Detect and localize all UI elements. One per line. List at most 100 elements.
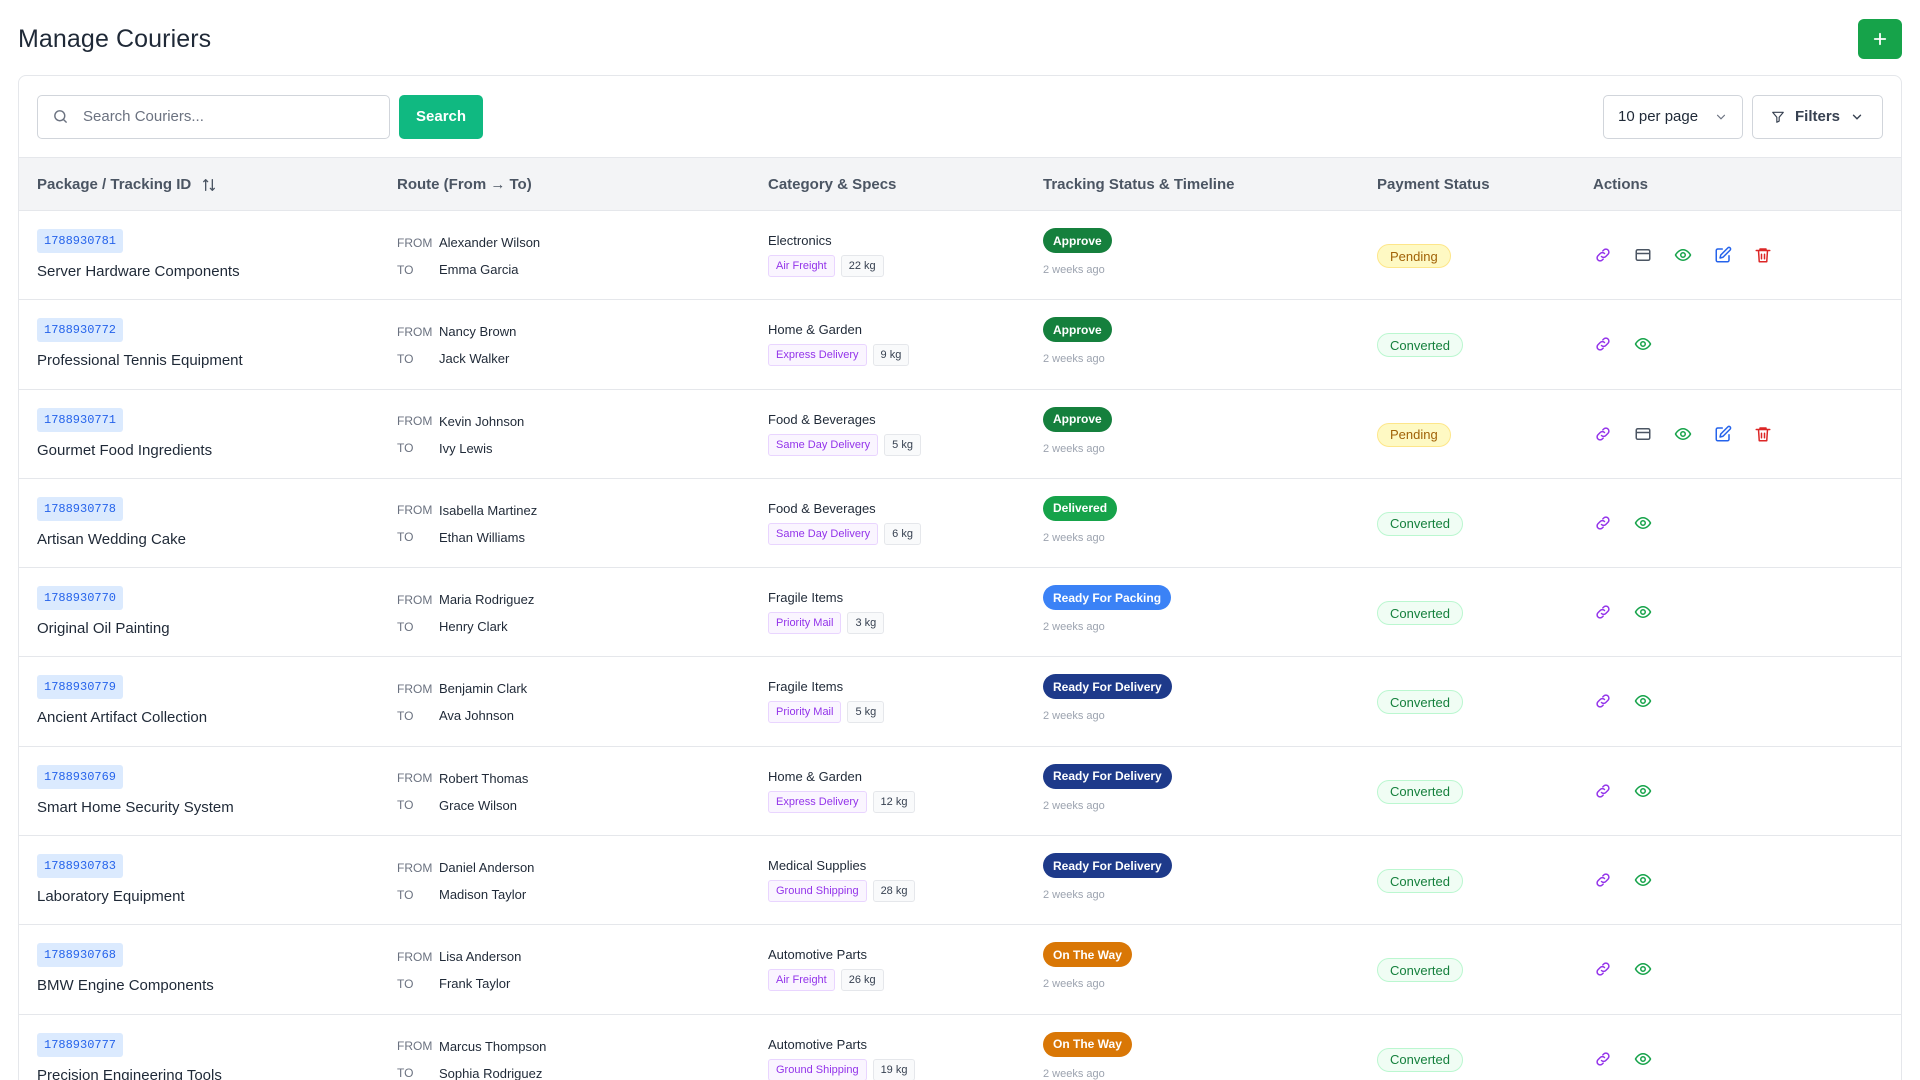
per-page-select[interactable]: 10 per page [1603, 94, 1743, 139]
copy-link-button[interactable] [1593, 691, 1613, 711]
tracking-id[interactable]: 1788930770 [37, 586, 124, 611]
add-courier-button[interactable] [1858, 19, 1902, 59]
weight-badge: 19 kg [872, 1058, 916, 1080]
link-icon [1596, 1052, 1610, 1066]
copy-link-button[interactable] [1593, 959, 1613, 979]
from-label: FROM [397, 414, 433, 429]
delete-button[interactable] [1753, 245, 1773, 265]
tracking-status-badge: Approve [1043, 406, 1112, 432]
route-to: TO Emma Garcia [397, 262, 518, 277]
category-specs: Express Delivery 9 kg [768, 344, 910, 367]
category-name: Food & Beverages [768, 500, 876, 516]
status-timestamp: 2 weeks ago [1043, 799, 1105, 812]
tracking-id[interactable]: 1788930778 [37, 496, 124, 521]
to-label: TO [397, 262, 414, 277]
header-route: Route (From → To) [397, 176, 532, 193]
tracking-id[interactable]: 1788930781 [37, 229, 124, 253]
tracking-id[interactable]: 1788930777 [37, 1032, 124, 1057]
view-button[interactable] [1633, 602, 1653, 622]
chevron-down-icon [1716, 114, 1726, 120]
recipient-name: Sophia Rodriguez [439, 1065, 543, 1080]
copy-link-button[interactable] [1593, 1049, 1613, 1069]
status-timestamp: 2 weeks ago [1043, 353, 1105, 366]
eye-icon [1634, 1052, 1652, 1065]
category-specs: Priority Mail 3 kg [768, 612, 885, 635]
view-button[interactable] [1633, 870, 1653, 890]
recipient-name: Ava Johnson [439, 708, 514, 724]
link-icon [1596, 784, 1610, 798]
copy-link-button[interactable] [1593, 781, 1613, 801]
header-package[interactable]: Package / Tracking ID [37, 158, 217, 211]
view-button[interactable] [1633, 1049, 1653, 1069]
payment-button[interactable] [1633, 245, 1653, 265]
row-actions [1593, 602, 1653, 622]
view-button[interactable] [1673, 424, 1693, 444]
shipping-method-badge: Ground Shipping [768, 1058, 867, 1080]
recipient-name: Ethan Williams [439, 529, 525, 545]
tracking-id[interactable]: 1788930769 [37, 764, 124, 789]
weight-badge: 28 kg [872, 880, 916, 903]
tracking-status-badge: Approve [1043, 317, 1112, 343]
eye-icon [1634, 963, 1652, 976]
from-label: FROM [397, 860, 433, 875]
copy-link-button[interactable] [1593, 513, 1613, 533]
page-header: Manage Couriers [18, 18, 1902, 60]
weight-badge: 26 kg [840, 969, 884, 992]
copy-link-button[interactable] [1593, 424, 1613, 444]
route-from: FROM Lisa Anderson [397, 949, 521, 964]
copy-link-button[interactable] [1593, 334, 1613, 354]
search-button[interactable]: Search [399, 94, 484, 139]
sender-name: Isabella Martinez [439, 502, 538, 518]
page: Manage Couriers Search 10 per page [0, 0, 1920, 1080]
link-icon [1596, 248, 1610, 262]
view-button[interactable] [1633, 691, 1653, 711]
header-category: Category & Specs [768, 176, 897, 193]
header-tracking: Tracking Status & Timeline [1043, 176, 1235, 193]
table-row: 1788930772 Professional Tennis Equipment… [19, 300, 1901, 390]
category-name: Fragile Items [768, 590, 844, 606]
search-icon [54, 110, 67, 123]
table-row: 1788930779 Ancient Artifact Collection F… [19, 657, 1901, 747]
view-button[interactable] [1673, 245, 1693, 265]
eye-icon [1634, 874, 1652, 887]
weight-badge: 12 kg [872, 790, 916, 813]
sender-name: Benjamin Clark [439, 681, 528, 697]
tracking-id[interactable]: 1788930771 [37, 407, 124, 432]
copy-link-button[interactable] [1593, 870, 1613, 890]
row-actions [1593, 245, 1773, 265]
row-actions [1593, 334, 1653, 354]
delete-button[interactable] [1753, 424, 1773, 444]
tracking-id[interactable]: 1788930783 [37, 854, 124, 879]
tracking-id[interactable]: 1788930772 [37, 318, 124, 343]
view-button[interactable] [1633, 513, 1653, 533]
sort-icon[interactable] [201, 177, 217, 193]
view-button[interactable] [1633, 334, 1653, 354]
weight-badge: 5 kg [847, 701, 885, 724]
view-button[interactable] [1633, 959, 1653, 979]
tracking-id[interactable]: 1788930768 [37, 943, 124, 968]
to-label: TO [397, 798, 414, 813]
route-to: TO Ava Johnson [397, 708, 514, 723]
view-button[interactable] [1633, 781, 1653, 801]
search-input[interactable] [83, 108, 375, 125]
table-row: 1788930770 Original Oil Painting FROM Ma… [19, 568, 1901, 658]
tracking-id[interactable]: 1788930779 [37, 675, 124, 700]
toolbar-controls: 10 per page Filters [1603, 94, 1883, 139]
payment-status-badge: Converted [1377, 869, 1463, 894]
recipient-name: Emma Garcia [439, 262, 519, 277]
search-box[interactable] [37, 94, 390, 139]
payment-status-badge: Converted [1377, 601, 1463, 626]
payment-button[interactable] [1633, 424, 1653, 444]
package-name: Precision Engineering Tools [37, 1066, 222, 1080]
payment-status-badge: Converted [1377, 1047, 1463, 1072]
filters-button[interactable]: Filters [1752, 94, 1883, 139]
edit-button[interactable] [1713, 424, 1733, 444]
recipient-name: Frank Taylor [439, 976, 511, 992]
edit-button[interactable] [1713, 245, 1733, 265]
copy-link-button[interactable] [1593, 245, 1613, 265]
package-name: Original Oil Painting [37, 620, 170, 638]
copy-link-button[interactable] [1593, 602, 1613, 622]
tracking-status-badge: On The Way [1043, 942, 1132, 968]
route-from: FROM Robert Thomas [397, 771, 528, 786]
category-specs: Ground Shipping 19 kg [768, 1058, 916, 1080]
